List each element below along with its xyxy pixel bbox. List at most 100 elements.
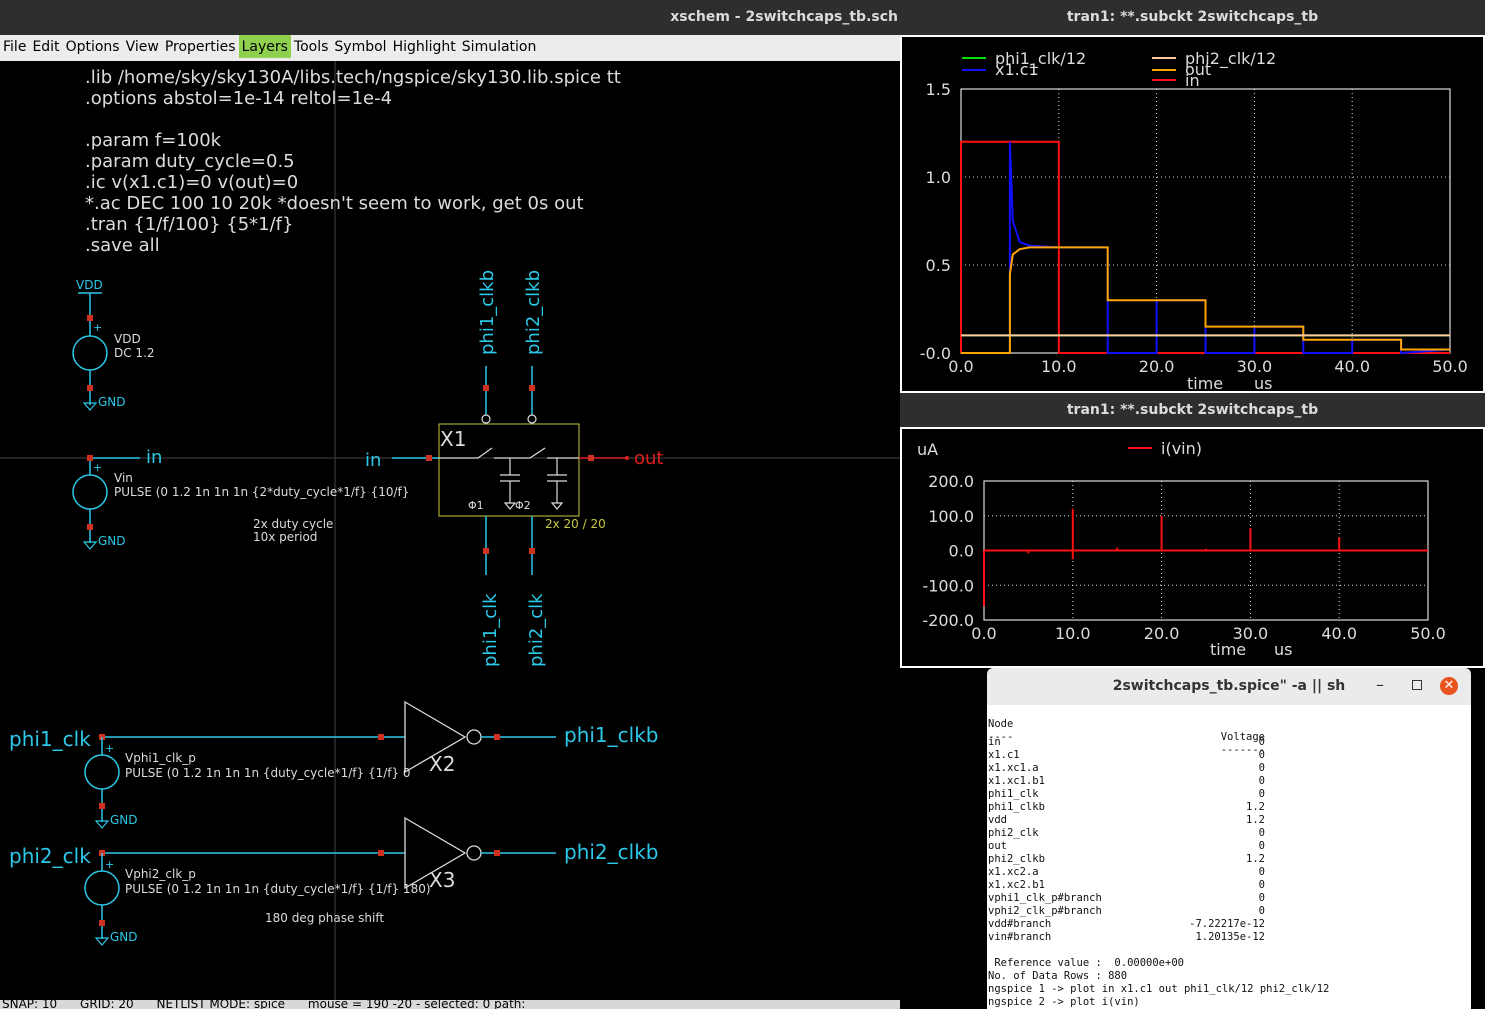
vin-source[interactable]: in + GND Vin PULSE (0 1.2 1n 1n 1n {2*du… xyxy=(72,447,409,550)
table-row: phi2_clkb 1.2 xyxy=(987,853,1471,866)
menu-edit[interactable]: Edit xyxy=(29,35,62,58)
x2-name: X2 xyxy=(429,752,455,776)
wave2-plot-window[interactable]: uA i(vin) 0.0 10.0 20.0 30.0 40.0 50.0 200.0 10… xyxy=(900,427,1485,668)
x1-caps-label: 2x 20 / 20 xyxy=(545,517,606,531)
y-tick-label: 200.0 xyxy=(928,472,974,491)
svg-text:+: + xyxy=(93,321,102,334)
wave1-legend: phi1_clk/12 x1.c1 phi2_clk/12 out in xyxy=(962,49,1276,90)
y-tick-label: 0.5 xyxy=(926,256,951,275)
vdd-source[interactable]: VDD + GND VDD DC 1.2 xyxy=(72,278,155,411)
wave1-plot-window[interactable]: phi1_clk/12 x1.c1 phi2_clk/12 out in 0.0… xyxy=(900,35,1485,393)
node-name: in xyxy=(988,736,1001,748)
spice-line: .options abstol=1e-14 reltol=1e-4 xyxy=(85,88,392,109)
terminal-log: Reference value : 0.00000e+00 No. of Data… xyxy=(987,957,1471,1009)
table-row: out 0 xyxy=(987,840,1471,853)
table-row: x1.xc2.b1 0 xyxy=(987,879,1471,892)
maximize-icon[interactable] xyxy=(1412,680,1422,690)
spice-code-block[interactable]: .lib /home/sky/sky130A/libs.tech/ngspice… xyxy=(85,67,621,256)
x-tick-label: 50.0 xyxy=(1410,624,1446,643)
table-row: in 0 xyxy=(987,736,1471,749)
spice-line: *.ac DEC 100 10 20k *doesn't seem to wor… xyxy=(85,193,584,214)
x-tick-label: 10.0 xyxy=(1055,624,1091,643)
close-icon[interactable]: ✕ xyxy=(1440,677,1458,695)
terminal-line: Reference value : 0.00000e+00 xyxy=(988,957,1184,969)
node-voltage: 0 xyxy=(1258,840,1265,852)
xschem-title: xschem - 2switchcaps_tb.sch xyxy=(670,9,898,25)
period-note: 10x period xyxy=(253,530,317,544)
wave2-title: tran1: **.subckt 2switchcaps_tb xyxy=(1066,402,1319,418)
wave1-titlebar: tran1: **.subckt 2switchcaps_tb xyxy=(900,0,1485,35)
x-tick-label: 20.0 xyxy=(1139,357,1175,376)
phase-note: 180 deg phase shift xyxy=(265,911,384,925)
y-tick-label: 1.0 xyxy=(926,168,951,187)
terminal-line: ngspice 2 -> plot i(vin) xyxy=(988,996,1140,1008)
x3-name: X3 xyxy=(429,868,455,892)
table-header: Node Voltage xyxy=(987,705,1471,743)
table-header-rule: ---- ------- xyxy=(988,731,1265,756)
node-name: x1.xc1.b1 xyxy=(988,775,1045,787)
vphi1-name: Vphi1_clk_p xyxy=(125,751,196,765)
menu-symbol[interactable]: Symbol xyxy=(331,35,389,58)
node-name: vdd#branch xyxy=(988,918,1052,930)
y-tick-label: -0.0 xyxy=(920,344,951,363)
node-voltage: 1.20135e-12 xyxy=(1195,931,1265,943)
x1-phi1-clk-label: phi1_clk xyxy=(480,593,501,667)
menu-simulation[interactable]: Simulation xyxy=(459,35,540,58)
terminal-titlebar: 2switchcaps_tb.spice" -a || sh – ✕ xyxy=(987,668,1471,705)
vin-value: PULSE (0 1.2 1n 1n 1n {2*duty_cycle*1/f}… xyxy=(114,485,409,499)
statusbar: SNAP: 10 GRID: 20 NETLIST MODE: spice mo… xyxy=(0,1000,900,1009)
wave1-xlabel: time xyxy=(1187,374,1223,391)
menu-view[interactable]: View xyxy=(123,35,162,58)
menu-highlight[interactable]: Highlight xyxy=(390,35,459,58)
vdd-value: DC 1.2 xyxy=(114,346,155,360)
gnd-label: GND xyxy=(98,534,126,548)
node-voltage: 0 xyxy=(1258,879,1265,891)
spice-line: .tran {1/f/100} {5*1/f} xyxy=(85,214,293,235)
x1-name: X1 xyxy=(440,427,466,451)
legend-label: i(vin) xyxy=(1161,439,1202,458)
wave2-xunit: us xyxy=(1274,640,1292,659)
phi2-clkb-net-label: phi2_clkb xyxy=(564,840,658,864)
wave2-yunit: uA xyxy=(917,440,938,459)
menu-tools[interactable]: Tools xyxy=(291,35,332,58)
x1-subcircuit[interactable]: in X1 out Φ1 Φ2 2x 20 / 20 phi1_clkb phi… xyxy=(365,270,663,667)
y-tick-label: -200.0 xyxy=(922,611,974,630)
out-label: out xyxy=(634,448,663,469)
terminal-title: 2switchcaps_tb.spice" -a || sh xyxy=(1112,678,1346,694)
node-voltage: 0 xyxy=(1258,762,1265,774)
x1-phi2-clkb-label: phi2_clkb xyxy=(523,270,544,355)
svg-text:+: + xyxy=(105,742,114,755)
menu-file[interactable]: File xyxy=(0,35,29,58)
status-text: SNAP: 10 GRID: 20 NETLIST MODE: spice mo… xyxy=(2,1000,526,1009)
table-row: phi1_clk 0 xyxy=(987,788,1471,801)
gnd-label: GND xyxy=(110,813,138,827)
menu-properties[interactable]: Properties xyxy=(162,35,239,58)
menu-options[interactable]: Options xyxy=(63,35,123,58)
node-voltage: 0 xyxy=(1258,736,1265,748)
vphi1-source[interactable]: phi1_clk + GND Vphi1_clk_p PULSE (0 1.2 … xyxy=(9,727,411,829)
xschem-titlebar: xschem - 2switchcaps_tb.sch xyxy=(0,0,900,35)
x3-inverter[interactable]: X3 phi2_clkb xyxy=(404,816,658,892)
node-name: vdd xyxy=(988,814,1007,826)
node-name: vin#branch xyxy=(988,931,1052,943)
in-label: in xyxy=(146,447,162,468)
terminal-line: ngspice 1 -> plot in x1.c1 out phi1_clk/… xyxy=(988,983,1330,995)
table-row: vphi1_clk_p#branch 0 xyxy=(987,892,1471,905)
legend-label: x1.c1 xyxy=(995,60,1039,79)
node-voltage: 1.2 xyxy=(1246,853,1265,865)
spice-line: .param duty_cycle=0.5 xyxy=(85,151,295,172)
terminal-output[interactable]: Node Voltage ---- ------- in 0 x1.c1 0 x1.xc… xyxy=(987,705,1471,1009)
vphi1-value: PULSE (0 1.2 1n 1n 1n {duty_cycle*1/f} {… xyxy=(125,766,411,780)
schematic-canvas[interactable]: .lib /home/sky/sky130A/libs.tech/ngspice… xyxy=(0,61,900,1000)
menu-layers[interactable]: Layers xyxy=(238,35,291,58)
x-tick-label: 0.0 xyxy=(948,357,973,376)
node-name: vphi2_clk_p#branch xyxy=(988,905,1102,917)
node-voltage: 0 xyxy=(1258,866,1265,878)
phi1-clk-net-label: phi1_clk xyxy=(9,727,91,751)
node-voltage: 0 xyxy=(1258,827,1265,839)
x-tick-label: 50.0 xyxy=(1432,357,1468,376)
x2-inverter[interactable]: X2 phi1_clkb xyxy=(404,700,658,776)
node-voltage: 0 xyxy=(1258,892,1265,904)
minimize-icon[interactable]: – xyxy=(1376,675,1384,694)
vphi2-source[interactable]: phi2_clk + GND Vphi2_clk_p PULSE (0 1.2 … xyxy=(9,844,431,946)
